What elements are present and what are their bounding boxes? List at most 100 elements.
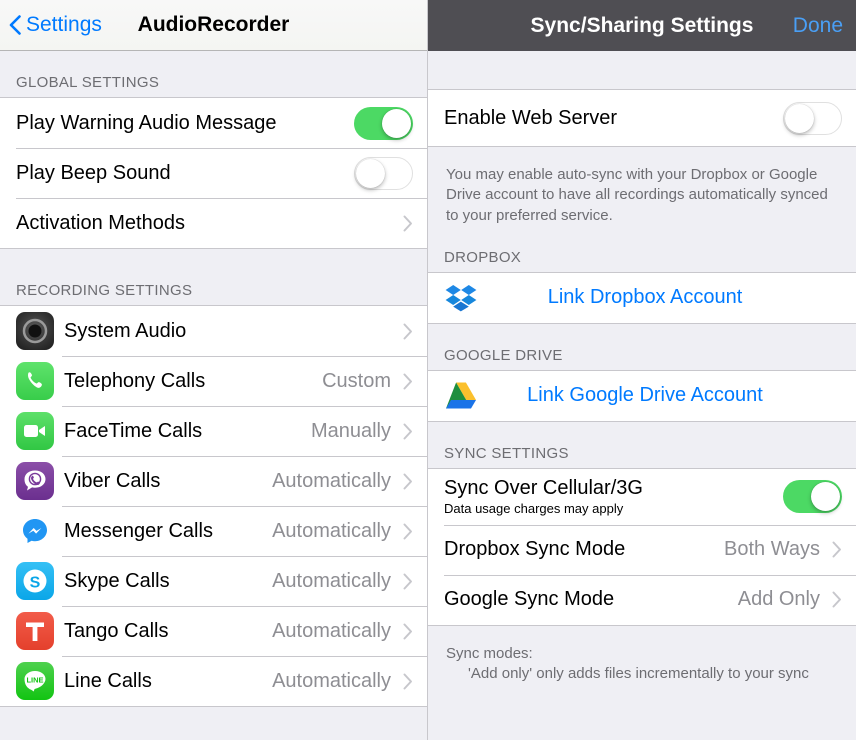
chevron-right-icon: [403, 423, 413, 440]
row-label: Enable Web Server: [444, 106, 618, 129]
dropbox-section: DROPBOX Link Dropbox Account: [428, 226, 856, 324]
sync-cellular-text: Sync Over Cellular/3G Data usage charges…: [444, 477, 783, 516]
recording-settings-section: RECORDING SETTINGS System Audio Telephon…: [0, 249, 427, 707]
sync-settings-header: SYNC SETTINGS: [444, 444, 569, 462]
row-value: Automatically: [272, 569, 391, 592]
chevron-right-icon: [403, 323, 413, 340]
web-server-spacer: [428, 51, 856, 89]
google-drive-header: GOOGLE DRIVE: [444, 346, 563, 364]
global-settings-cells: Play Warning Audio Message Play Beep Sou…: [0, 97, 427, 249]
sync-modes-note-title: Sync modes:: [446, 644, 533, 662]
row-value: Automatically: [272, 619, 391, 642]
row-label: Google Sync Mode: [444, 588, 615, 611]
sync-settings-cells: Sync Over Cellular/3G Data usage charges…: [428, 467, 856, 626]
chevron-right-icon: [403, 523, 413, 540]
skype-icon: S: [16, 562, 54, 600]
recording-settings-header: RECORDING SETTINGS: [16, 282, 193, 299]
back-to-settings-button[interactable]: Settings: [0, 13, 102, 37]
row-link-google-drive-account[interactable]: Link Google Drive Account: [428, 370, 856, 421]
facetime-icon: [16, 412, 54, 450]
row-label: Activation Methods: [16, 211, 185, 234]
web-server-cells: Enable Web Server: [428, 89, 856, 147]
global-settings-section: GLOBAL SETTINGS Play Warning Audio Messa…: [0, 51, 427, 249]
row-value: Custom: [322, 369, 391, 392]
line-icon: LINE: [16, 662, 54, 700]
row-value: Both Ways: [724, 538, 820, 561]
sync-over-cellular-toggle[interactable]: [783, 480, 842, 514]
dropbox-header: DROPBOX: [444, 248, 522, 266]
row-label: Play Warning Audio Message: [16, 111, 277, 134]
enable-web-server-toggle[interactable]: [783, 101, 842, 135]
system-audio-icon: [16, 312, 54, 350]
play-beep-sound-toggle[interactable]: [354, 156, 413, 190]
row-value: Automatically: [272, 519, 391, 542]
row-value: Automatically: [272, 469, 391, 492]
chevron-left-icon: [9, 15, 21, 35]
row-system-audio[interactable]: System Audio: [0, 306, 427, 356]
done-button[interactable]: Done: [793, 0, 843, 51]
chevron-right-icon: [403, 573, 413, 590]
chevron-right-icon: [403, 673, 413, 690]
row-play-beep-sound[interactable]: Play Beep Sound: [0, 148, 427, 198]
chevron-right-icon: [832, 541, 842, 558]
row-sync-over-cellular[interactable]: Sync Over Cellular/3G Data usage charges…: [428, 468, 856, 525]
row-link-dropbox-account[interactable]: Link Dropbox Account: [428, 272, 856, 323]
row-label: Dropbox Sync Mode: [444, 538, 626, 561]
row-label: Sync Over Cellular/3G: [444, 477, 643, 500]
left-navigation-bar: Settings AudioRecorder: [0, 0, 427, 51]
sync-modes-note-line: 'Add only' only adds files incrementally…: [468, 665, 809, 682]
recording-settings-cells: System Audio Telephony Calls Custom Face…: [0, 305, 427, 707]
row-google-sync-mode[interactable]: Google Sync Mode Add Only: [428, 574, 856, 625]
chevron-right-icon: [403, 473, 413, 490]
viber-icon: [16, 462, 54, 500]
global-settings-header: GLOBAL SETTINGS: [16, 74, 160, 91]
row-line-calls[interactable]: LINE Line Calls Automatically: [0, 656, 427, 706]
link-dropbox-label: Link Dropbox Account: [547, 286, 743, 309]
row-label: Viber Calls: [64, 469, 161, 492]
right-sync-panel: Sync/Sharing Settings Done Enable Web Se…: [428, 0, 856, 740]
row-label: FaceTime Calls: [64, 419, 203, 442]
row-enable-web-server[interactable]: Enable Web Server: [428, 90, 856, 146]
svg-text:S: S: [30, 575, 41, 592]
row-label: Skype Calls: [64, 569, 170, 592]
toggle-knob: [785, 103, 814, 133]
toggle-knob: [811, 482, 840, 512]
sync-settings-section: SYNC SETTINGS Sync Over Cellular/3G Data…: [428, 422, 856, 685]
row-facetime-calls[interactable]: FaceTime Calls Manually: [0, 406, 427, 456]
messenger-icon: [16, 512, 54, 550]
row-skype-calls[interactable]: S Skype Calls Automatically: [0, 556, 427, 606]
row-tango-calls[interactable]: Tango Calls Automatically: [0, 606, 427, 656]
row-value: Manually: [310, 419, 391, 442]
toggle-knob: [382, 108, 411, 138]
row-label: System Audio: [64, 319, 187, 342]
row-sublabel: Data usage charges may apply: [444, 501, 624, 517]
row-messenger-calls[interactable]: Messenger Calls Automatically: [0, 506, 427, 556]
row-label: Messenger Calls: [64, 519, 213, 542]
dropbox-cells: Link Dropbox Account: [428, 271, 856, 324]
back-button-label: Settings: [26, 13, 102, 36]
chevron-right-icon: [403, 623, 413, 640]
play-warning-audio-message-toggle[interactable]: [354, 106, 413, 140]
row-value: Add Only: [737, 588, 820, 611]
right-navigation-bar: Sync/Sharing Settings Done: [428, 0, 856, 51]
sync-intro-note: You may enable auto-sync with your Dropb…: [446, 166, 828, 224]
dual-pane-screen: Settings AudioRecorder GLOBAL SETTINGS P…: [0, 0, 856, 740]
row-activation-methods[interactable]: Activation Methods: [0, 198, 427, 248]
row-dropbox-sync-mode[interactable]: Dropbox Sync Mode Both Ways: [428, 524, 856, 575]
right-page-title: Sync/Sharing Settings: [530, 13, 754, 37]
row-label: Tango Calls: [64, 619, 169, 642]
toggle-knob: [356, 158, 385, 188]
row-label: Telephony Calls: [64, 369, 206, 392]
row-viber-calls[interactable]: Viber Calls Automatically: [0, 456, 427, 506]
google-drive-cells: Link Google Drive Account: [428, 369, 856, 422]
svg-text:LINE: LINE: [26, 676, 43, 685]
left-settings-panel: Settings AudioRecorder GLOBAL SETTINGS P…: [0, 0, 428, 740]
tango-icon: [16, 612, 54, 650]
google-drive-section: GOOGLE DRIVE Link Google Drive Account: [428, 324, 856, 422]
chevron-right-icon: [832, 591, 842, 608]
chevron-right-icon: [403, 215, 413, 232]
chevron-right-icon: [403, 373, 413, 390]
dropbox-icon: [444, 281, 478, 315]
row-play-warning-audio-message[interactable]: Play Warning Audio Message: [0, 98, 427, 148]
row-telephony-calls[interactable]: Telephony Calls Custom: [0, 356, 427, 406]
